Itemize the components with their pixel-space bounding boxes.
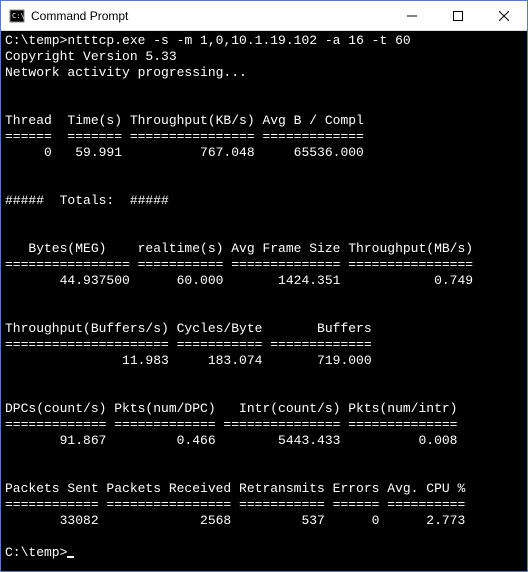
totals4-row: 33082 2568 537 0 2.773 (5, 513, 465, 528)
titlebar[interactable]: C:\ Command Prompt (1, 1, 527, 31)
command-prompt-window: C:\ Command Prompt C:\temp>ntttcp.exe -s… (0, 0, 528, 572)
copyright-line: Copyright Version 5.33 (5, 49, 177, 64)
thread-row: 0 59.991 767.048 65536.000 (5, 145, 364, 160)
app-icon: C:\ (9, 8, 25, 24)
terminal-output[interactable]: C:\temp>ntttcp.exe -s -m 1,0,10.1.19.102… (1, 31, 527, 571)
totals3-header: DPCs(count/s) Pkts(num/DPC) Intr(count/s… (5, 401, 457, 416)
window-controls (389, 1, 527, 30)
maximize-button[interactable] (435, 1, 481, 30)
command-text: ntttcp.exe -s -m 1,0,10.1.19.102 -a 16 -… (67, 33, 410, 48)
totals-header: ##### Totals: ##### (5, 193, 169, 208)
minimize-button[interactable] (389, 1, 435, 30)
prompt: C:\temp> (5, 545, 67, 560)
totals3-row: 91.867 0.466 5443.433 0.008 (5, 433, 457, 448)
totals3-rule: ============= ============= ============… (5, 417, 457, 432)
totals4-rule: ============ ================ ==========… (5, 497, 465, 512)
cursor (67, 556, 74, 558)
totals1-row: 44.937500 60.000 1424.351 0.749 (5, 273, 473, 288)
thread-header: Thread Time(s) Throughput(KB/s) Avg B / … (5, 113, 364, 128)
totals1-header: Bytes(MEG) realtime(s) Avg Frame Size Th… (5, 241, 473, 256)
totals2-rule: ===================== =========== ======… (5, 337, 372, 352)
window-title: Command Prompt (31, 9, 389, 23)
progress-line: Network activity progressing... (5, 65, 247, 80)
totals1-rule: ================ =========== ===========… (5, 257, 473, 272)
thread-rule: ====== ======= ================ ========… (5, 129, 364, 144)
totals2-header: Throughput(Buffers/s) Cycles/Byte Buffer… (5, 321, 372, 336)
close-button[interactable] (481, 1, 527, 30)
svg-text:C:\: C:\ (12, 12, 25, 20)
totals4-header: Packets Sent Packets Received Retransmit… (5, 481, 465, 496)
totals2-row: 11.983 183.074 719.000 (5, 353, 372, 368)
prompt: C:\temp> (5, 33, 67, 48)
